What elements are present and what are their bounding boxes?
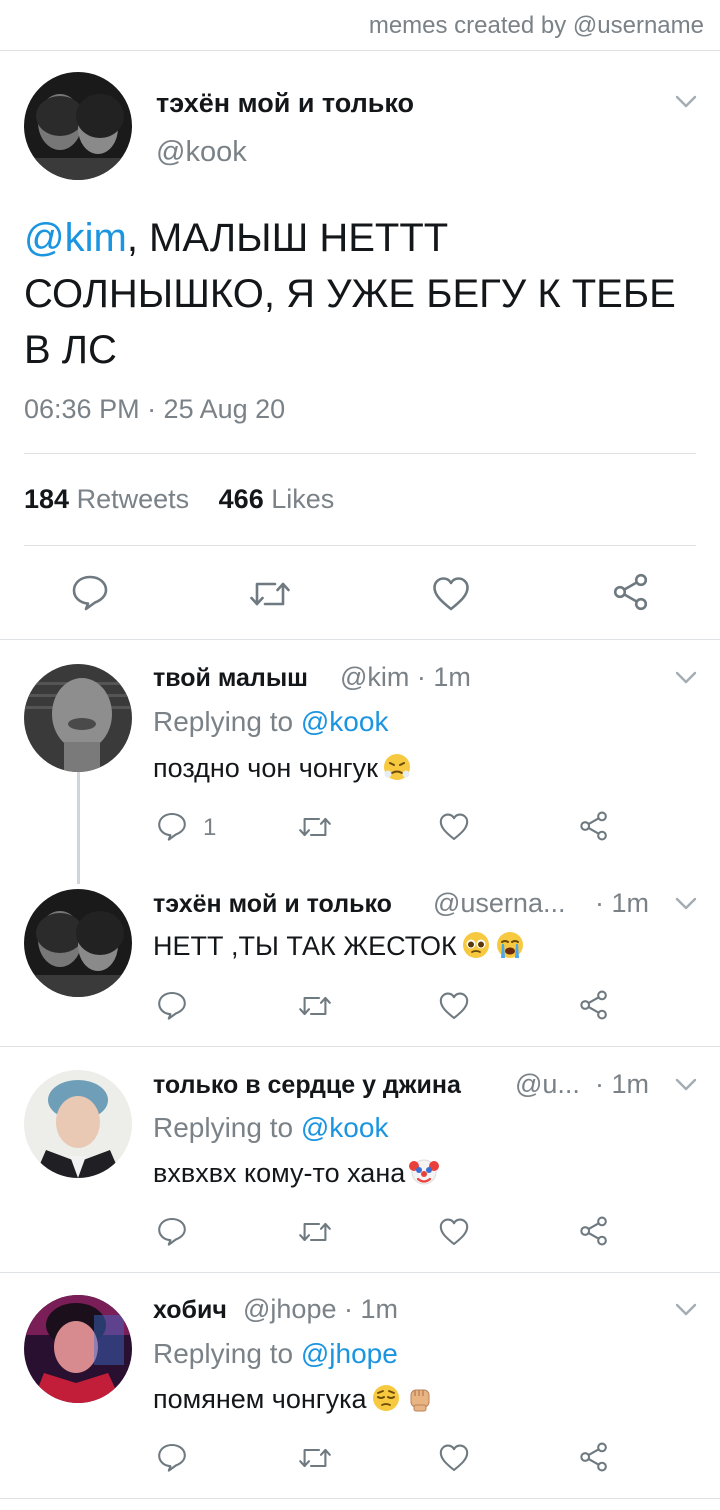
like-icon[interactable] bbox=[431, 574, 471, 614]
author-handle[interactable]: @jhope · 1m bbox=[243, 1294, 398, 1325]
retweets-count[interactable]: 184 bbox=[24, 484, 69, 514]
share-icon[interactable] bbox=[578, 810, 610, 842]
reply-body: НЕТТ ,ТЫ ТАК ЖЕСТОК bbox=[153, 931, 457, 961]
reply-icon[interactable] bbox=[70, 572, 110, 612]
likes-count[interactable]: 466 bbox=[219, 484, 264, 514]
reply-body: вхвхвх кому-то хана bbox=[153, 1158, 406, 1188]
retweet-icon[interactable] bbox=[297, 1216, 333, 1248]
chevron-down-icon[interactable] bbox=[674, 94, 698, 110]
chevron-down-icon[interactable] bbox=[674, 1302, 698, 1318]
author-handle[interactable]: @u... bbox=[515, 1069, 580, 1100]
replying-to: Replying to @jhope bbox=[153, 1338, 398, 1370]
reply-icon[interactable] bbox=[156, 1441, 188, 1473]
share-icon[interactable] bbox=[578, 989, 610, 1021]
share-icon[interactable] bbox=[578, 1441, 610, 1473]
avatar[interactable] bbox=[24, 72, 132, 180]
chevron-down-icon[interactable] bbox=[674, 896, 698, 912]
mention-link[interactable]: @kim bbox=[24, 216, 127, 260]
pensive-face-emoji bbox=[371, 1383, 401, 1413]
retweet-icon[interactable] bbox=[297, 1442, 333, 1474]
share-icon[interactable] bbox=[611, 572, 651, 612]
divider bbox=[24, 545, 696, 546]
divider bbox=[0, 639, 720, 640]
steam-face-emoji bbox=[382, 752, 412, 782]
like-icon[interactable] bbox=[438, 1442, 470, 1474]
like-icon[interactable] bbox=[438, 811, 470, 843]
divider bbox=[0, 1498, 720, 1499]
likes-label[interactable]: Likes bbox=[271, 484, 334, 514]
author-name[interactable]: хобич bbox=[153, 1296, 227, 1325]
reply-icon[interactable] bbox=[156, 989, 188, 1021]
avatar[interactable] bbox=[24, 889, 132, 997]
reply-body: поздно чон чонгук bbox=[153, 753, 378, 783]
reply-count[interactable]: 1 bbox=[203, 814, 216, 842]
reply-text: поздно чон чонгук bbox=[153, 752, 412, 784]
divider bbox=[24, 453, 696, 454]
avatar[interactable] bbox=[24, 664, 132, 772]
avatar[interactable] bbox=[24, 1295, 132, 1403]
author-name[interactable]: тэхён мой и только bbox=[153, 890, 392, 919]
watermark-text: memes created by @username bbox=[368, 12, 704, 39]
like-icon[interactable] bbox=[438, 1216, 470, 1248]
thread-line bbox=[77, 772, 80, 884]
replying-to: Replying to @kook bbox=[153, 706, 388, 738]
reply-time[interactable]: · 1m bbox=[595, 1069, 649, 1100]
mention-link[interactable]: @kook bbox=[301, 1112, 389, 1143]
avatar[interactable] bbox=[24, 1070, 132, 1178]
clown-face-emoji bbox=[409, 1157, 440, 1187]
author-name[interactable]: твой малыш bbox=[153, 664, 308, 693]
divider bbox=[0, 50, 720, 51]
replying-prefix: Replying to bbox=[153, 1338, 294, 1369]
pleading-face-emoji bbox=[461, 930, 491, 960]
chevron-down-icon[interactable] bbox=[674, 670, 698, 686]
engagement-stats: 184 Retweets 466 Likes bbox=[24, 484, 334, 515]
replying-to: Replying to @kook bbox=[153, 1112, 388, 1144]
retweet-icon[interactable] bbox=[248, 574, 292, 614]
replying-prefix: Replying to bbox=[153, 706, 294, 737]
timestamp[interactable]: 06:36 PM · 25 Aug 20 bbox=[24, 394, 285, 425]
divider bbox=[0, 1272, 720, 1273]
tweet-text: @kim, МАЛЫШ НЕТТТ СОЛНЫШКО, Я УЖЕ БЕГУ К… bbox=[24, 210, 684, 378]
mention-link[interactable]: @jhope bbox=[301, 1338, 398, 1369]
raised-fist-emoji bbox=[405, 1383, 435, 1413]
retweets-label[interactable]: Retweets bbox=[77, 484, 190, 514]
author-name[interactable]: только в сердце у джина bbox=[153, 1071, 461, 1100]
crying-face-emoji bbox=[495, 930, 525, 960]
author-handle[interactable]: @userna... bbox=[433, 888, 565, 919]
chevron-down-icon[interactable] bbox=[674, 1077, 698, 1093]
mention-link[interactable]: @kook bbox=[301, 706, 389, 737]
author-name[interactable]: тэхён мой и только bbox=[156, 88, 414, 119]
share-icon[interactable] bbox=[578, 1215, 610, 1247]
like-icon[interactable] bbox=[438, 990, 470, 1022]
reply-text: вхвхвх кому-то хана bbox=[153, 1157, 440, 1189]
replying-prefix: Replying to bbox=[153, 1112, 294, 1143]
reply-time[interactable]: · 1m bbox=[595, 888, 649, 919]
reply-body: помянем чонгука bbox=[153, 1384, 367, 1414]
reply-text: помянем чонгука bbox=[153, 1383, 435, 1415]
reply-icon[interactable] bbox=[156, 810, 188, 842]
retweet-icon[interactable] bbox=[297, 811, 333, 843]
divider bbox=[0, 1046, 720, 1047]
author-handle[interactable]: @kook bbox=[156, 136, 247, 169]
reply-text: НЕТТ ,ТЫ ТАК ЖЕСТОК bbox=[153, 930, 525, 962]
retweet-icon[interactable] bbox=[297, 990, 333, 1022]
author-handle[interactable]: @kim · 1m bbox=[340, 662, 471, 693]
reply-icon[interactable] bbox=[156, 1215, 188, 1247]
